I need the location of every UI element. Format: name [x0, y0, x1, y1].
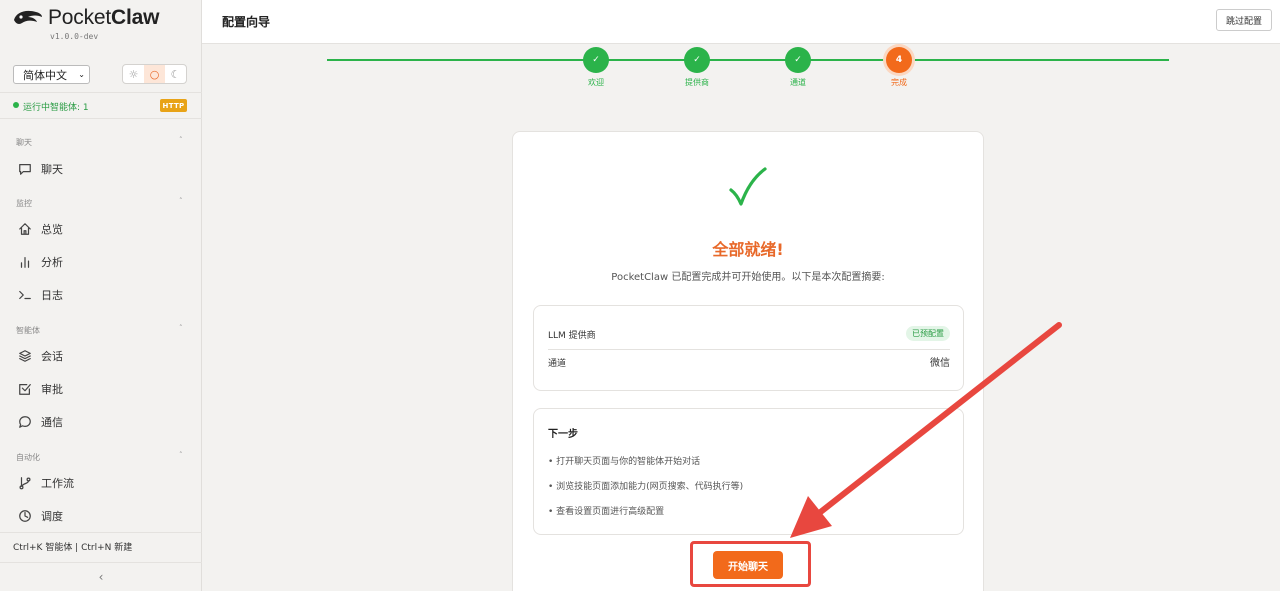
page-header: 配置向导 跳过配置 [202, 0, 1280, 44]
step-complete[interactable]: 4 完成 [869, 47, 929, 88]
chevron-up-icon[interactable]: ˄ [179, 136, 183, 144]
step-label: 完成 [891, 78, 907, 87]
brand-name: PocketClaw [48, 6, 160, 29]
step-welcome[interactable]: ✓ 欢迎 [566, 47, 626, 88]
theme-light-button[interactable]: ☼ [123, 65, 144, 83]
sidebar-item-workflows[interactable]: 工作流 [18, 475, 74, 491]
sidebar-item-label: 审批 [41, 383, 63, 396]
theme-toggle: ☼ ○ ☾ [122, 64, 187, 84]
status-dot [13, 102, 19, 108]
bar-chart-icon [20, 257, 30, 268]
step-label: 提供商 [685, 78, 709, 87]
chevron-up-icon[interactable]: ˄ [179, 197, 183, 205]
brand[interactable]: PocketClaw [12, 6, 159, 30]
language-select[interactable]: 简体中文 ⌄ [13, 65, 90, 84]
step-channel[interactable]: ✓ 通道 [768, 47, 828, 88]
skip-setup-button[interactable]: 跳过配置 [1216, 9, 1272, 31]
step-marker: ✓ [583, 47, 609, 73]
section-label-agents[interactable]: 智能体 [16, 325, 40, 336]
sidebar-item-label: 聊天 [41, 163, 63, 176]
branch-icon [19, 477, 31, 490]
list-item: • 打开聊天页面与你的智能体开始对话 [548, 457, 701, 467]
collapse-sidebar-button[interactable]: ‹ [0, 562, 202, 591]
stepper-track [327, 59, 1169, 61]
status-text: 运行中智能体: 1 [23, 103, 89, 113]
chevron-left-icon: ‹ [98, 570, 104, 584]
version-label: v1.0.0-dev [50, 32, 99, 41]
section-label-automation[interactable]: 自动化 [16, 452, 40, 463]
sidebar-item-sessions[interactable]: 会话 [18, 348, 63, 364]
theme-system-button[interactable]: ○ [144, 65, 165, 83]
message-icon [19, 416, 31, 428]
section-label-chat[interactable]: 聊天 [16, 137, 32, 148]
step-marker: ✓ [785, 47, 811, 73]
section-label-monitor[interactable]: 监控 [16, 198, 32, 209]
sidebar-item-label: 总览 [41, 223, 63, 236]
summary-key: 通道 [548, 359, 567, 369]
http-badge: HTTP [160, 99, 187, 112]
sidebar: PocketClaw v1.0.0-dev 简体中文 ⌄ ☼ ○ ☾ 运行中智能… [0, 0, 202, 591]
summary-row: LLM 提供商 已预配置 [548, 326, 950, 350]
success-check-icon [513, 166, 983, 212]
layers-icon [19, 350, 31, 362]
sidebar-item-analytics[interactable]: 分析 [18, 254, 63, 270]
claw-logo-icon [14, 10, 42, 24]
config-summary: LLM 提供商 已预配置 通道 微信 [533, 305, 964, 391]
complete-title: 全部就绪! [712, 240, 784, 259]
status-badge: 已预配置 [906, 326, 950, 341]
sidebar-item-label: 通信 [41, 416, 63, 429]
sidebar-item-label: 日志 [41, 289, 63, 302]
sidebar-item-label: 分析 [41, 256, 63, 269]
step-label: 欢迎 [588, 78, 604, 87]
complete-description: PocketClaw 已配置完成并可开始使用。以下是本次配置摘要: [611, 272, 885, 283]
next-steps: 下一步 • 打开聊天页面与你的智能体开始对话 • 浏览技能页面添加能力(网页搜索… [533, 408, 964, 535]
step-marker: 4 [886, 47, 912, 73]
summary-value: 微信 [930, 358, 950, 369]
setup-complete-card: 全部就绪! PocketClaw 已配置完成并可开始使用。以下是本次配置摘要: … [512, 131, 984, 591]
agent-status: 运行中智能体: 1 HTTP [0, 92, 202, 119]
clock-icon [19, 510, 31, 522]
sidebar-item-chat[interactable]: 聊天 [18, 161, 63, 177]
next-steps-title: 下一步 [548, 429, 578, 440]
annotation-highlight-box [690, 541, 811, 587]
language-select-value: 简体中文 [23, 68, 67, 82]
sidebar-item-approvals[interactable]: 审批 [18, 381, 63, 397]
sidebar-item-schedule[interactable]: 调度 [18, 508, 63, 524]
home-icon [19, 223, 31, 235]
list-item: • 浏览技能页面添加能力(网页搜索、代码执行等) [548, 482, 744, 492]
sidebar-item-label: 调度 [41, 510, 63, 523]
theme-dark-button[interactable]: ☾ [165, 65, 186, 83]
chevron-down-icon: ⌄ [78, 70, 85, 79]
keyboard-shortcuts-hint: Ctrl+K 智能体 | Ctrl+N 新建 [0, 532, 202, 562]
chevron-up-icon[interactable]: ˄ [179, 324, 183, 332]
sidebar-item-label: 会话 [41, 350, 63, 363]
page-title: 配置向导 [222, 15, 271, 29]
sidebar-item-label: 工作流 [41, 477, 74, 490]
checkbox-icon [19, 384, 31, 395]
step-provider[interactable]: ✓ 提供商 [667, 47, 727, 88]
terminal-icon [19, 290, 31, 300]
step-marker: ✓ [684, 47, 710, 73]
summary-key: LLM 提供商 [548, 331, 596, 341]
list-item: • 查看设置页面进行高级配置 [548, 507, 665, 517]
sidebar-item-logs[interactable]: 日志 [18, 287, 63, 303]
sidebar-item-messaging[interactable]: 通信 [18, 414, 63, 430]
chevron-up-icon[interactable]: ˄ [179, 451, 183, 459]
sidebar-item-overview[interactable]: 总览 [18, 221, 63, 237]
step-label: 通道 [790, 78, 806, 87]
chat-icon [19, 164, 31, 175]
